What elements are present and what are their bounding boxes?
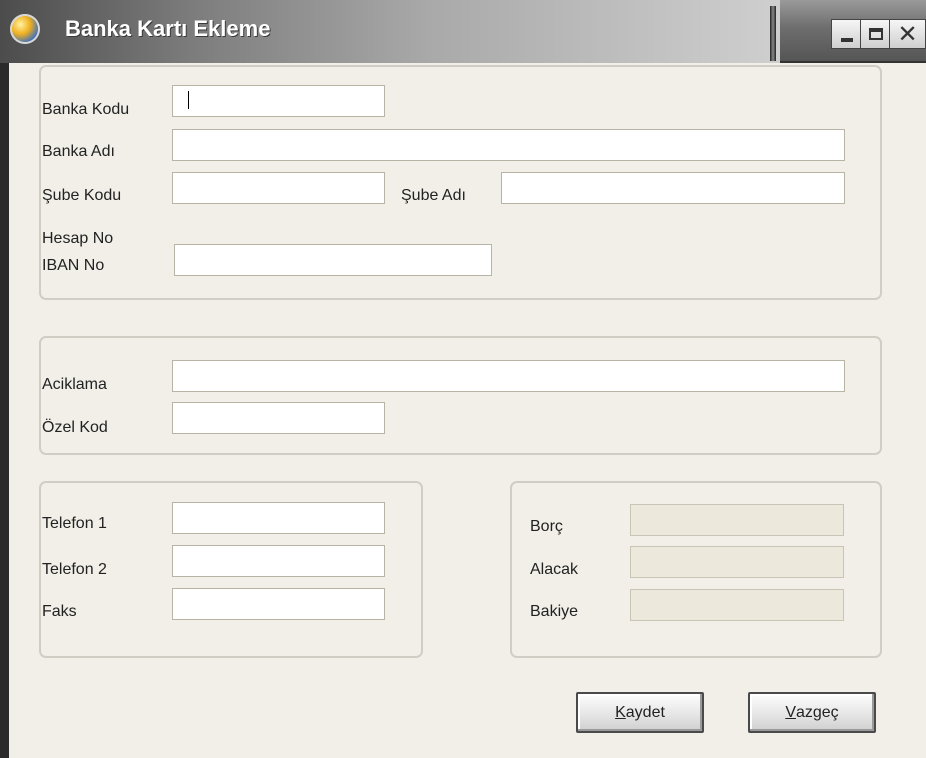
branch-code-label: Şube Kodu (42, 187, 122, 204)
maximize-button[interactable] (860, 19, 892, 49)
account-iban-input[interactable] (174, 244, 492, 276)
account-no-label: Hesap No (42, 230, 114, 247)
credit-field (630, 546, 844, 578)
cancel-mnemonic: V (785, 703, 796, 721)
bank-name-input[interactable] (172, 129, 845, 161)
fax-label: Faks (42, 603, 77, 620)
close-button[interactable]: ✕ (889, 19, 926, 49)
description-input[interactable] (172, 360, 845, 392)
credit-label: Alacak (530, 561, 579, 578)
description-label: Aciklama (42, 376, 107, 393)
branch-code-input[interactable] (172, 172, 385, 204)
phone2-label: Telefon 2 (42, 561, 107, 578)
branch-name-input[interactable] (501, 172, 845, 204)
special-code-label: Özel Kod (42, 419, 108, 436)
maximize-icon (869, 28, 883, 40)
bank-name-label: Banka Adı (42, 143, 115, 160)
text-caret (188, 91, 189, 109)
title-bar[interactable]: Banka Kartı Ekleme ✕ (0, 0, 926, 63)
phone1-label: Telefon 1 (42, 515, 107, 532)
globe-icon[interactable] (10, 14, 40, 44)
debit-label: Borç (530, 518, 563, 535)
cancel-label: azgeç (795, 703, 839, 721)
balance-label: Bakiye (530, 603, 579, 620)
branch-name-label: Şube Adı (401, 187, 466, 204)
dialog-window: Banka Kartı Ekleme ✕ Banka Kodu Banka Ad… (0, 0, 926, 758)
save-mnemonic: K (615, 703, 626, 721)
save-label: aydet (625, 703, 665, 721)
cancel-button[interactable]: Vazgeç (748, 692, 876, 733)
iban-label: IBAN No (42, 257, 105, 274)
description-group (39, 336, 882, 455)
special-code-input[interactable] (172, 402, 385, 434)
balance-field (630, 589, 844, 621)
save-button[interactable]: Kaydet (576, 692, 704, 733)
window-title: Banka Kartı Ekleme (65, 16, 271, 41)
fax-input[interactable] (172, 588, 385, 620)
phone2-input[interactable] (172, 545, 385, 577)
minimize-icon (841, 38, 853, 42)
title-bar-separator (770, 6, 776, 61)
debit-field (630, 504, 844, 536)
close-icon: ✕ (897, 20, 918, 48)
minimize-button[interactable] (831, 19, 863, 49)
bank-code-input[interactable] (172, 85, 385, 117)
phone1-input[interactable] (172, 502, 385, 534)
bank-code-label: Banka Kodu (42, 101, 130, 118)
